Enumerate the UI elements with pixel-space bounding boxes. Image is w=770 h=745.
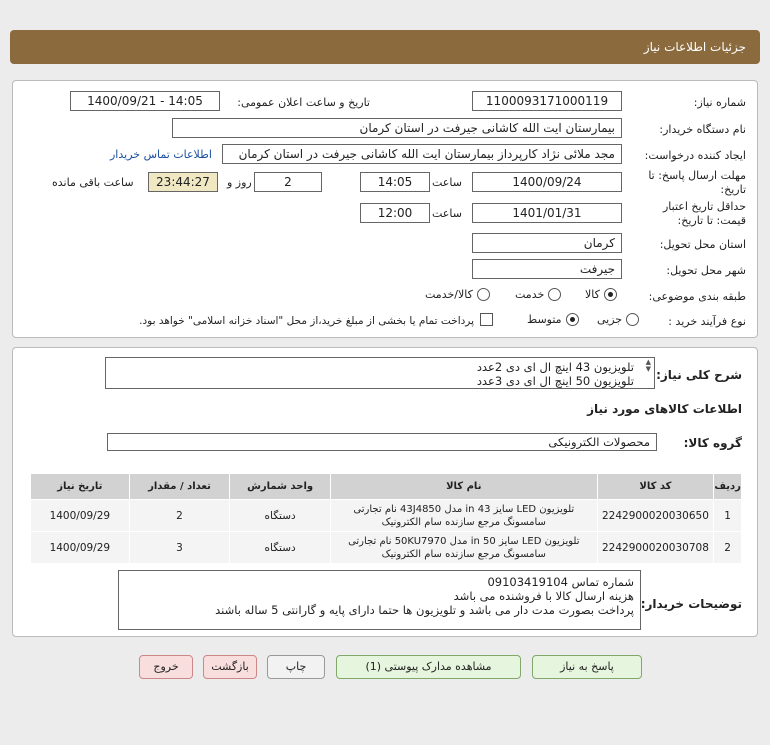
category-goods-label: کالا — [585, 288, 600, 301]
buyer-notes-line-1: شماره تماس 09103419104 — [487, 575, 634, 589]
category-service-radio[interactable] — [548, 288, 562, 301]
col-qty-header: تعداد / مقدار — [128, 473, 231, 500]
category-goods-radio[interactable] — [603, 288, 617, 301]
goods-group-field[interactable]: محصولات الکترونیکی — [107, 433, 657, 451]
buyer-contact-link[interactable]: اطلاعات تماس خریدار — [110, 148, 212, 161]
summary-line-2: تلویزیون 50 اینچ ال ای دی 3عدد — [476, 374, 634, 388]
summary-field[interactable]: تلویزیون 43 اینچ ال ای دی 2عدد تلویزیون … — [105, 357, 655, 389]
cell-date: 1400/09/29 — [30, 499, 130, 532]
summary-line-1: تلویزیون 43 اینچ ال ای دی 2عدد — [476, 360, 634, 374]
delivery-city-label: شهر محل تحویل: — [666, 264, 746, 277]
cell-code: 2242900020030650 — [596, 499, 715, 532]
cell-row: 1 — [713, 499, 742, 532]
table-row[interactable]: 1 2242900020030650 تلویزیون LED سایز 43 … — [30, 499, 742, 532]
process-minor-radio[interactable] — [626, 313, 640, 326]
treasury-payment-note: پرداخت تمام یا بخشی از مبلغ خرید،از محل … — [139, 315, 474, 327]
delivery-city-field[interactable]: جیرفت — [472, 259, 622, 279]
delivery-province-field[interactable]: کرمان — [472, 233, 622, 253]
process-minor-label: جزیی — [597, 313, 623, 326]
category-option-goods-service[interactable]: کالا/خدمت — [425, 288, 490, 301]
buyer-notes-line-3: پرداخت بصورت مدت دار می باشد و تلویزیون … — [215, 603, 634, 617]
need-number-field[interactable]: 1100093171000119 — [472, 91, 622, 111]
category-option-goods[interactable]: کالا — [585, 288, 617, 301]
remaining-time-label: ساعت باقی مانده — [52, 176, 134, 189]
process-option-minor[interactable]: جزیی — [597, 313, 640, 326]
days-label: روز و — [227, 176, 252, 189]
buyer-org-field[interactable]: بیمارستان ایت الله کاشانی جیرفت در استان… — [172, 118, 622, 138]
summary-label: شرح کلی نیاز: — [656, 368, 742, 382]
page-title: جزئیات اطلاعات نیاز — [643, 40, 746, 54]
print-button[interactable]: چاپ — [267, 655, 325, 679]
buyer-org-label: نام دستگاه خریدار: — [659, 123, 746, 136]
col-unit-header: واحد شمارش — [229, 473, 331, 500]
cell-unit: دستگاه — [229, 531, 331, 564]
cell-code: 2242900020030708 — [596, 531, 715, 564]
back-button[interactable]: بازگشت — [203, 655, 257, 679]
cell-row: 2 — [713, 531, 742, 564]
process-medium-label: متوسط — [527, 313, 562, 326]
buyer-notes-label: توضیحات خریدار: — [640, 597, 742, 611]
reply-days-field[interactable]: 2 — [254, 172, 322, 192]
purchase-process-label: نوع فرآیند خرید : — [668, 315, 746, 328]
category-goods-service-label: کالا/خدمت — [425, 288, 473, 301]
need-number-label: شماره نیاز: — [693, 96, 746, 109]
reply-deadline-date[interactable]: 1400/09/24 — [472, 172, 622, 192]
delivery-province-label: استان محل تحویل: — [659, 238, 746, 251]
price-validity-label-2: قیمت: تا تاریخ: — [677, 214, 746, 227]
items-table-wrap: ردیف کد کالا نام کالا واحد شمارش تعداد /… — [30, 473, 742, 564]
reply-button[interactable]: پاسخ به نیاز — [532, 655, 642, 679]
page-header: جزئیات اطلاعات نیاز — [10, 30, 760, 64]
col-name-header: نام کالا — [329, 473, 598, 500]
buyer-notes-line-2: هزینه ارسال کالا با فروشنده می باشد — [453, 589, 634, 603]
cell-qty: 2 — [128, 499, 231, 532]
category-option-service[interactable]: خدمت — [515, 288, 562, 301]
col-code-header: کد کالا — [596, 473, 715, 500]
reply-deadline-time-label: ساعت — [432, 176, 462, 189]
treasury-payment-checkbox[interactable] — [480, 313, 493, 326]
requester-field[interactable]: مجد ملائی نژاد کارپرداز بیمارستان ایت ال… — [222, 144, 622, 164]
price-validity-time[interactable]: 12:00 — [360, 203, 430, 223]
col-date-header: تاریخ نیاز — [30, 473, 130, 500]
category-goods-service-radio[interactable] — [476, 288, 490, 301]
cell-date: 1400/09/29 — [30, 531, 130, 564]
process-option-medium[interactable]: متوسط — [527, 313, 579, 326]
col-row-header: ردیف — [713, 473, 742, 500]
reply-deadline-label-1: مهلت ارسال پاسخ: تا — [648, 169, 746, 182]
category-label: طبقه بندی موضوعی: — [648, 290, 746, 303]
price-validity-label-1: حداقل تاریخ اعتبار — [662, 200, 746, 213]
price-validity-date[interactable]: 1401/01/31 — [472, 203, 622, 223]
category-service-label: خدمت — [515, 288, 545, 301]
cell-name: تلویزیون LED سایز 43 in مدل 43J4850 نام … — [329, 499, 598, 532]
exit-button[interactable]: خروج — [139, 655, 193, 679]
cell-qty: 3 — [128, 531, 231, 564]
goods-section-title: اطلاعات کالاهای مورد نیاز — [587, 402, 742, 416]
cell-unit: دستگاه — [229, 499, 331, 532]
requester-label: ایجاد کننده درخواست: — [644, 149, 746, 162]
process-medium-radio[interactable] — [565, 313, 579, 326]
reply-deadline-time[interactable]: 14:05 — [360, 172, 430, 192]
announce-datetime-label: تاریخ و ساعت اعلان عمومی: — [237, 96, 370, 109]
announce-datetime-field[interactable]: 1400/09/21 - 14:05 — [70, 91, 220, 111]
reply-deadline-label-2: تاریخ: — [720, 183, 746, 196]
remaining-time-field: 23:44:27 — [148, 172, 218, 192]
buyer-notes-field[interactable]: شماره تماس 09103419104 هزینه ارسال کالا … — [118, 570, 641, 630]
scroll-arrows-icon[interactable]: ▲ ▼ — [646, 359, 651, 373]
table-header-row: ردیف کد کالا نام کالا واحد شمارش تعداد /… — [30, 473, 742, 500]
table-row[interactable]: 2 2242900020030708 تلویزیون LED سایز 50 … — [30, 531, 742, 564]
price-validity-time-label: ساعت — [432, 207, 462, 220]
goods-group-label: گروه کالا: — [683, 436, 742, 450]
items-table: ردیف کد کالا نام کالا واحد شمارش تعداد /… — [30, 473, 742, 564]
attachments-button[interactable]: مشاهده مدارک پیوستی (1) — [336, 655, 521, 679]
cell-name: تلویزیون LED سایز 50 in مدل 50KU7970 نام… — [329, 531, 598, 564]
